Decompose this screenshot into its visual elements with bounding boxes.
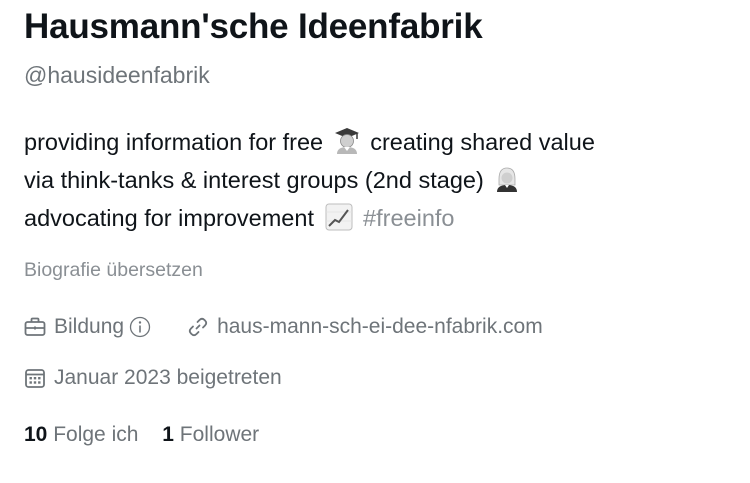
briefcase-icon — [24, 317, 46, 336]
joined-item: Januar 2023 beigetreten — [24, 366, 282, 390]
category-label: Bildung — [54, 315, 125, 338]
bio-text: advocating for improvement — [24, 205, 314, 231]
bio-text: creating shared value — [370, 129, 595, 155]
joined-row: Januar 2023 beigetreten — [24, 364, 734, 392]
info-circle-icon[interactable] — [129, 316, 151, 338]
follow-stats: 10 Folge ich 1 Follower — [24, 421, 734, 449]
user-handle: @hausideenfabrik — [24, 62, 210, 88]
display-name: Hausmann'sche Ideenfabrik — [24, 7, 483, 46]
hashtag-link[interactable]: #freeinfo — [363, 205, 454, 231]
bio-line-1: providing information for free creating … — [24, 123, 734, 161]
following-link[interactable]: 10 Folge ich — [24, 423, 138, 446]
translate-bio-link[interactable]: Biografie übersetzen — [24, 257, 734, 283]
category-item: Bildung — [24, 315, 159, 339]
following-label: Folge ich — [53, 423, 139, 446]
chart-increasing-emoji-icon — [325, 203, 353, 242]
bio-line-2: via think-tanks & interest groups (2nd s… — [24, 161, 734, 199]
profile-header: Hausmann'sche Ideenfabrik @hausideenfabr… — [24, 0, 734, 449]
judge-emoji-icon — [494, 165, 520, 204]
followers-label: Follower — [179, 423, 260, 446]
followers-count: 1 — [162, 423, 174, 446]
website-item[interactable]: haus-mann-sch-ei-dee-nfabrik.com — [187, 315, 543, 339]
followers-link[interactable]: 1 Follower — [162, 423, 259, 446]
website-link[interactable]: haus-mann-sch-ei-dee-nfabrik.com — [217, 315, 543, 339]
bio-text: providing information for free — [24, 129, 324, 155]
calendar-icon — [25, 369, 45, 388]
bio: providing information for free creating … — [24, 123, 734, 237]
link-icon — [188, 317, 208, 337]
profile-meta-row: Bildung haus-mann-sch-ei-dee-nfabrik.com — [24, 313, 734, 341]
joined-date: Januar 2023 beigetreten — [54, 366, 282, 389]
bio-text: via think-tanks & interest groups (2nd s… — [24, 167, 484, 193]
following-count: 10 — [24, 423, 48, 446]
bio-line-3: advocating for improvement #freeinfo — [24, 199, 734, 237]
